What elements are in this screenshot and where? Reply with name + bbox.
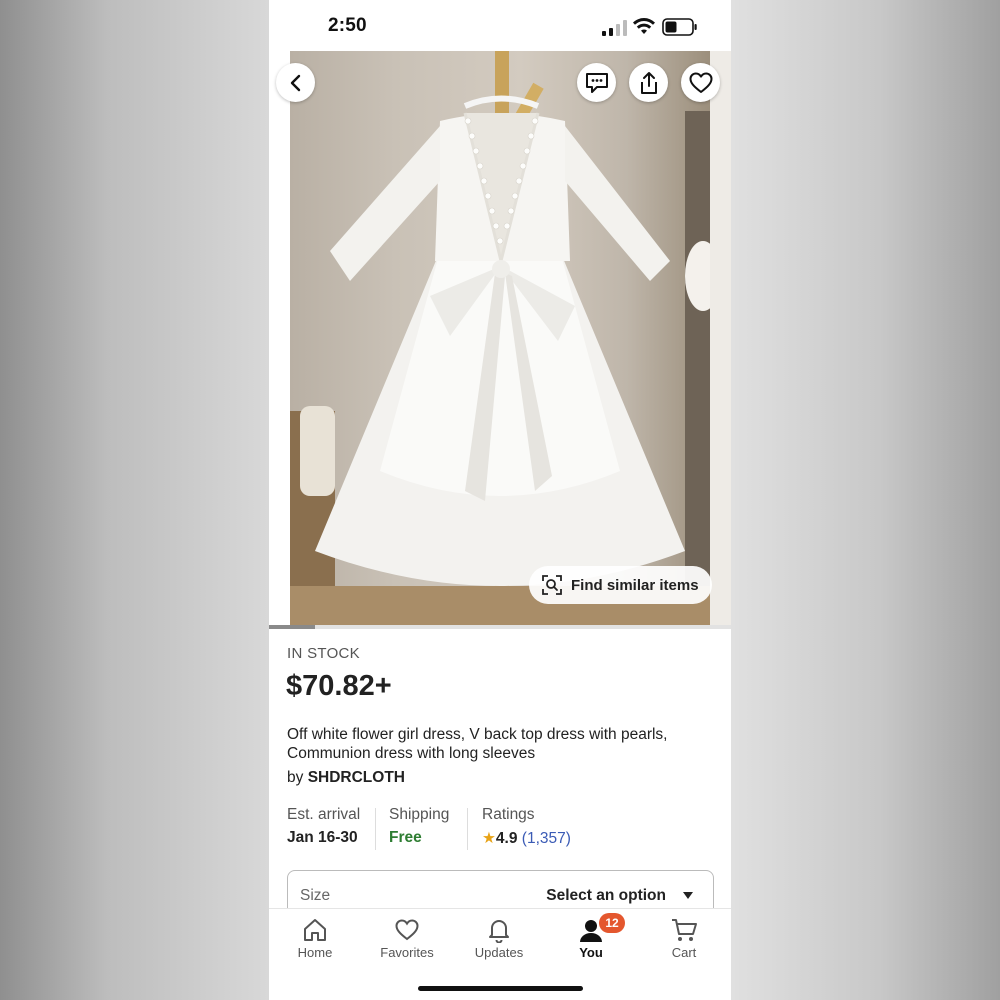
cellular-signal-icon (602, 20, 627, 36)
chevron-down-icon (683, 892, 693, 899)
status-time: 2:50 (328, 15, 367, 36)
share-button[interactable] (629, 63, 668, 102)
notification-badge: 12 (599, 913, 625, 933)
find-similar-button[interactable]: Find similar items (529, 566, 712, 604)
product-info-row: Est. arrival Jan 16-30 Shipping Free Rat… (287, 806, 717, 852)
message-seller-button[interactable] (577, 63, 616, 102)
info-divider (467, 808, 468, 850)
phone-screen: 2:50 Find similar items IN STOCK $70.82+… (269, 0, 731, 1000)
message-icon (585, 72, 608, 93)
back-button[interactable] (276, 63, 315, 102)
battery-icon (662, 18, 697, 36)
arrival-value: Jan 16-30 (287, 829, 358, 846)
stock-status: IN STOCK (287, 645, 360, 662)
home-indicator[interactable] (418, 986, 583, 991)
cart-icon (672, 919, 697, 941)
shipping-label: Shipping (389, 806, 450, 823)
heart-icon (395, 919, 419, 941)
ratings-label: Ratings (482, 806, 535, 823)
info-divider (375, 808, 376, 850)
star-icon: ★ (482, 830, 496, 847)
tab-cart[interactable]: Cart (644, 917, 724, 960)
ratings-value: ★4.9 (1,357) (482, 829, 571, 848)
tab-favorites-label: Favorites (380, 945, 434, 960)
ratings-info[interactable]: Ratings ★4.9 (1,357) (482, 806, 571, 852)
status-bar: 2:50 (269, 0, 731, 52)
home-icon (304, 919, 326, 941)
size-label: Size (300, 887, 331, 904)
shipping-info: Shipping Free (389, 806, 449, 852)
image-left-edge (269, 51, 290, 628)
heart-icon (689, 72, 712, 93)
find-similar-label: Find similar items (571, 576, 699, 594)
arrival-info: Est. arrival Jan 16-30 (287, 806, 360, 852)
shipping-value: Free (389, 829, 422, 846)
rating-score: 4.9 (495, 830, 518, 847)
tab-you[interactable]: 12 You (551, 913, 631, 960)
size-selected-value: Select an option (546, 887, 666, 904)
background-left (0, 0, 269, 1000)
shop-name-link[interactable]: SHDRCLOTH (308, 769, 405, 786)
tab-updates-label: Updates (474, 945, 524, 960)
bell-icon (489, 920, 509, 943)
tab-cart-label: Cart (671, 945, 697, 960)
image-carousel-indicator (269, 625, 731, 629)
wifi-icon (633, 18, 655, 34)
tab-home[interactable]: Home (275, 917, 355, 960)
shop-byline: by SHDRCLOTH (287, 769, 405, 787)
share-icon (640, 71, 657, 94)
background-right (731, 0, 1000, 1000)
rating-count-link[interactable]: (1,357) (522, 830, 571, 847)
image-carousel-position (269, 625, 315, 629)
byline-prefix: by (287, 769, 304, 786)
product-price: $70.82+ (286, 670, 392, 702)
tab-updates[interactable]: Updates (459, 917, 539, 960)
arrival-label: Est. arrival (287, 806, 361, 823)
visual-search-icon (542, 575, 562, 595)
tab-favorites[interactable]: Favorites (367, 917, 447, 960)
product-photo[interactable] (290, 51, 710, 628)
image-right-edge (710, 51, 731, 628)
dress-illustration (290, 51, 710, 628)
tab-you-label: You (579, 945, 603, 960)
back-icon (290, 74, 300, 91)
favorite-button[interactable] (681, 63, 720, 102)
tab-home-label: Home (297, 945, 333, 960)
product-title: Off white flower girl dress, V back top … (287, 726, 668, 762)
